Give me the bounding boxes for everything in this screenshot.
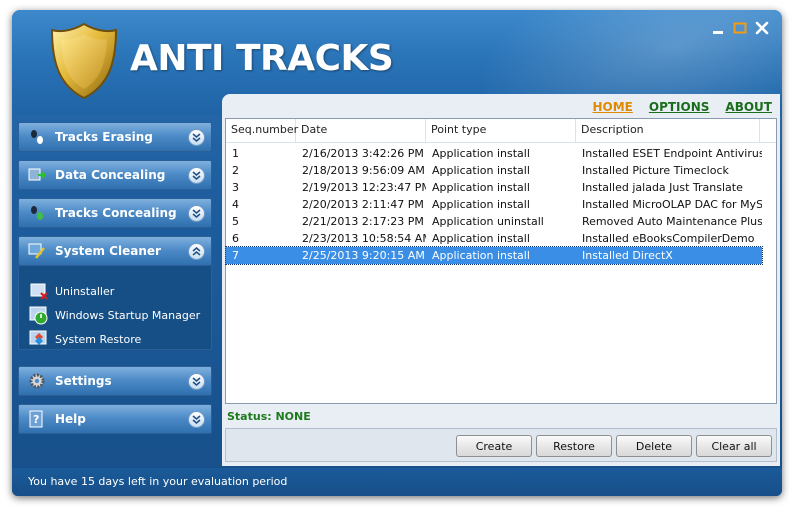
- chevron-down-icon: [188, 373, 205, 390]
- table-cell: Installed eBooksCompilerDemo: [582, 232, 755, 245]
- table-cell: 2/18/2013 9:56:09 AM: [302, 164, 425, 177]
- create-button[interactable]: Create: [456, 435, 532, 457]
- column-header-seq[interactable]: Seq.number: [226, 119, 298, 143]
- sidebar-item-system-cleaner[interactable]: System Cleaner: [18, 236, 212, 266]
- table-cell: Installed jalada Just Translate: [582, 181, 743, 194]
- table-row[interactable]: 4 2/20/2013 2:11:47 PM Application install…: [226, 196, 762, 213]
- table-cell: Application install: [432, 249, 530, 262]
- table-row[interactable]: 1 2/16/2013 3:42:26 PM Application install…: [226, 145, 762, 162]
- top-nav-links: HOME OPTIONS ABOUT: [592, 100, 772, 114]
- table-cell: Application uninstall: [432, 215, 544, 228]
- sidebar-item-label: Help: [55, 412, 86, 426]
- maximize-icon[interactable]: [732, 20, 748, 36]
- status-bar: You have 15 days left in your evaluation…: [12, 468, 782, 496]
- table-cell: 2/25/2013 9:20:15 AM: [302, 249, 425, 262]
- table-cell: 6: [232, 232, 239, 245]
- table-cell: Removed Auto Maintenance Plus ...: [582, 215, 762, 228]
- table-cell: 2/20/2013 2:11:47 PM: [302, 198, 424, 211]
- column-header-date[interactable]: Date: [296, 119, 426, 143]
- sidebar-item-settings[interactable]: Settings: [18, 366, 212, 396]
- table-cell: 2: [232, 164, 239, 177]
- table-cell: 2/21/2013 2:17:23 PM: [302, 215, 424, 228]
- help-icon: ?: [27, 409, 47, 429]
- sidebar-item-tracks-concealing[interactable]: Tracks Concealing: [18, 198, 212, 228]
- sidebar-item-help[interactable]: ? Help: [18, 404, 212, 434]
- submenu-item-label: System Restore: [55, 332, 142, 346]
- table-cell: Application install: [432, 181, 530, 194]
- list-header: Seq.number Date Point type Description: [226, 119, 776, 143]
- table-cell: 1: [232, 147, 239, 160]
- sidebar-item-label: System Cleaner: [55, 244, 161, 258]
- app-title: ANTI TRACKS: [130, 38, 394, 79]
- table-row[interactable]: 6 2/23/2013 10:58:54 AM Application instal…: [226, 230, 762, 247]
- table-row[interactable]: 7 2/25/2013 9:20:15 AM Application install…: [225, 246, 763, 265]
- sidebar-item-label: Settings: [55, 374, 112, 388]
- footprints-icon: [27, 127, 47, 147]
- table-cell: 3: [232, 181, 239, 194]
- table-cell: 2/19/2013 12:23:47 PM: [302, 181, 426, 194]
- close-icon[interactable]: [754, 20, 770, 36]
- options-link[interactable]: OPTIONS: [649, 100, 710, 114]
- data-icon: [27, 165, 47, 185]
- chevron-down-icon: [188, 205, 205, 222]
- uninstaller-icon: [30, 283, 48, 300]
- chevron-down-icon: [188, 129, 205, 146]
- app-window: ANTI TRACKS Tracks Erasing Data Conceali…: [12, 10, 782, 496]
- table-cell: 5: [232, 215, 239, 228]
- table-cell: Installed MicroOLAP DAC for MyS...: [582, 198, 762, 211]
- sidebar-item-label: Data Concealing: [55, 168, 166, 182]
- home-link[interactable]: HOME: [592, 100, 632, 114]
- sidebar-item-tracks-erasing[interactable]: Tracks Erasing: [18, 122, 212, 152]
- chevron-down-icon: [188, 167, 205, 184]
- table-cell: Installed DirectX: [582, 249, 673, 262]
- table-cell: Application install: [432, 198, 530, 211]
- cleaner-icon: [27, 241, 47, 261]
- clear-all-button[interactable]: Clear all: [696, 435, 772, 457]
- table-cell: 7: [232, 249, 239, 262]
- restore-points-list: Seq.number Date Point type Description 1…: [225, 118, 777, 404]
- submenu-item-startup-manager[interactable]: Windows Startup Manager: [29, 304, 200, 326]
- table-cell: 2/23/2013 10:58:54 AM: [302, 232, 426, 245]
- sidebar-item-label: Tracks Concealing: [55, 206, 177, 220]
- chevron-up-icon: [188, 243, 205, 260]
- table-cell: Application install: [432, 232, 530, 245]
- sidebar-item-label: Tracks Erasing: [55, 130, 153, 144]
- evaluation-notice: You have 15 days left in your evaluation…: [28, 475, 288, 488]
- startup-icon: [29, 306, 48, 325]
- column-header-description[interactable]: Description: [576, 119, 760, 143]
- svg-text:?: ?: [33, 413, 39, 426]
- table-cell: Application install: [432, 147, 530, 160]
- submenu-item-label: Windows Startup Manager: [55, 308, 201, 322]
- restore-button[interactable]: Restore: [536, 435, 612, 457]
- restore-icon: [29, 330, 47, 345]
- table-row[interactable]: 5 2/21/2013 2:17:23 PM Application uninsta…: [226, 213, 762, 230]
- main-content: HOME OPTIONS ABOUT Seq.number Date Point…: [222, 94, 780, 466]
- table-row[interactable]: 3 2/19/2013 12:23:47 PM Application instal…: [226, 179, 762, 196]
- table-cell: Installed Picture Timeclock: [582, 164, 729, 177]
- table-cell: 2/16/2013 3:42:26 PM: [302, 147, 424, 160]
- submenu-item-system-restore[interactable]: System Restore: [29, 328, 141, 350]
- about-link[interactable]: ABOUT: [725, 100, 772, 114]
- shield-logo-icon: [50, 22, 118, 100]
- table-cell: Application install: [432, 164, 530, 177]
- button-bar: Create Restore Delete Clear all: [225, 428, 777, 462]
- sidebar-item-data-concealing[interactable]: Data Concealing: [18, 160, 212, 190]
- submenu-item-label: Uninstaller: [55, 284, 115, 298]
- chevron-down-icon: [188, 411, 205, 428]
- submenu-item-uninstaller[interactable]: Uninstaller: [29, 280, 114, 302]
- minimize-icon[interactable]: [710, 20, 726, 36]
- table-cell: 4: [232, 198, 239, 211]
- status-label: Status: NONE: [227, 410, 311, 423]
- gear-icon: [27, 371, 47, 391]
- table-row[interactable]: 2 2/18/2013 9:56:09 AM Application install…: [226, 162, 762, 179]
- table-cell: Installed ESET Endpoint Antivirus: [582, 147, 762, 160]
- delete-button[interactable]: Delete: [616, 435, 692, 457]
- footprints-icon: [27, 203, 47, 223]
- system-cleaner-submenu: Uninstaller Windows Startup Manager Syst…: [18, 266, 212, 350]
- column-header-point-type[interactable]: Point type: [426, 119, 576, 143]
